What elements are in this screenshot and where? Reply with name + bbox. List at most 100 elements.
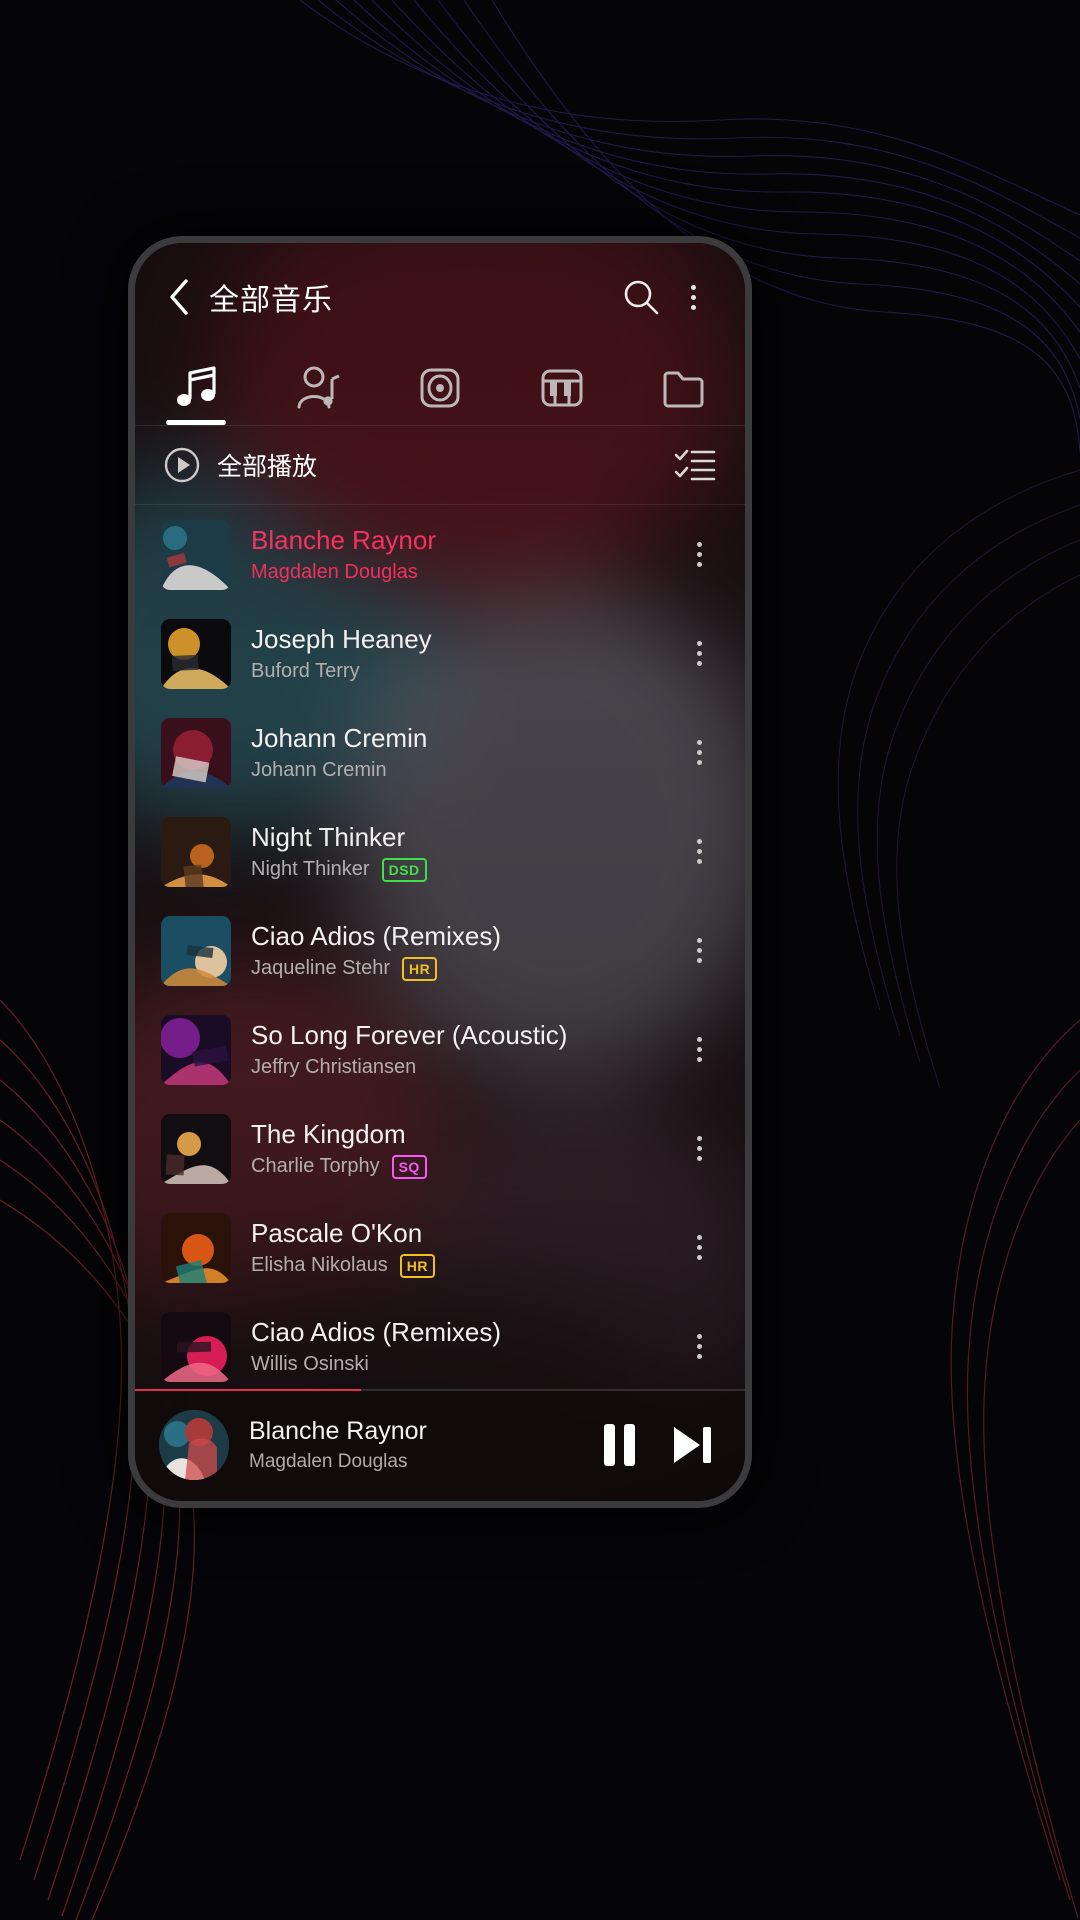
- folder-icon: [663, 371, 704, 408]
- play-circle-icon: [164, 447, 200, 483]
- song-overflow-button[interactable]: [675, 1109, 723, 1189]
- song-row[interactable]: Joseph Heaney Buford Terry: [135, 604, 745, 703]
- song-overflow-button[interactable]: [675, 713, 723, 793]
- song-title: Pascale O'Kon: [251, 1217, 423, 1248]
- song-overflow-button[interactable]: [675, 1010, 723, 1090]
- song-meta: Pascale O'Kon Elisha Nikolaus HR: [251, 1218, 675, 1278]
- song-artwork: [161, 1014, 231, 1085]
- tab-songs[interactable]: [135, 351, 257, 425]
- top-app-bar: 全部音乐: [135, 243, 745, 351]
- song-artwork: [161, 618, 231, 689]
- category-tabs: [135, 351, 745, 425]
- song-overflow-button[interactable]: [675, 614, 723, 694]
- song-row[interactable]: Johann Cremin Johann Cremin: [135, 703, 745, 802]
- tab-active-indicator: [166, 420, 226, 425]
- back-button[interactable]: [157, 275, 201, 319]
- pause-icon: [604, 1424, 635, 1466]
- piano-keys-icon: [541, 369, 583, 407]
- song-meta: Ciao Adios (Remixes) Willis Osinski: [251, 1317, 675, 1376]
- app-ui: 全部音乐 全部播放 Blanche Raynor Magdalen Dougla…: [135, 243, 745, 1501]
- artwork-image: [161, 1014, 231, 1085]
- song-title: Ciao Adios (Remixes): [251, 1317, 501, 1347]
- song-subtitle: Magdalen Douglas: [251, 561, 675, 584]
- song-artist: Charlie Torphy: [251, 1155, 380, 1177]
- tab-folders[interactable]: [623, 351, 745, 425]
- song-artist: Night Thinker: [251, 858, 370, 880]
- song-row[interactable]: Ciao Adios (Remixes) Willis Osinski: [135, 1297, 745, 1389]
- song-row[interactable]: Ciao Adios (Remixes) Jaqueline Stehr HR: [135, 901, 745, 1000]
- song-subtitle: Charlie Torphy SQ: [251, 1154, 675, 1179]
- artwork-image: [161, 1311, 231, 1382]
- playback-progress-fill: [135, 1389, 361, 1391]
- play-all-label: 全部播放: [217, 453, 318, 481]
- artwork-image: [161, 1113, 231, 1184]
- next-track-button[interactable]: [669, 1423, 715, 1467]
- song-subtitle: Night Thinker DSD: [251, 857, 675, 882]
- song-artist: Magdalen Douglas: [251, 561, 418, 583]
- play-all-bar: 全部播放: [135, 426, 745, 504]
- tab-genres[interactable]: [501, 351, 623, 425]
- quality-badge: HR: [399, 1253, 435, 1278]
- song-title: Johann Cremin: [251, 723, 428, 753]
- song-meta: Night Thinker Night Thinker DSD: [251, 822, 675, 882]
- artwork-image: [161, 1212, 231, 1283]
- song-subtitle: Jeffry Christiansen: [251, 1056, 675, 1079]
- song-artwork: [161, 717, 231, 788]
- pause-button[interactable]: [604, 1424, 635, 1466]
- playback-progress-bar[interactable]: [135, 1389, 745, 1391]
- play-all-button[interactable]: 全部播放: [163, 446, 317, 484]
- artwork-image: [161, 717, 231, 788]
- song-row[interactable]: Pascale O'Kon Elisha Nikolaus HR: [135, 1198, 745, 1297]
- artist-icon: [297, 366, 340, 409]
- chevron-left-icon: [170, 279, 188, 315]
- song-artwork: [161, 519, 231, 590]
- song-artist: Jaqueline Stehr: [251, 957, 390, 979]
- now-playing-meta: Blanche Raynor Magdalen Douglas: [249, 1417, 604, 1473]
- phone-frame: 全部音乐 全部播放 Blanche Raynor Magdalen Dougla…: [128, 236, 752, 1508]
- song-artwork: [161, 915, 231, 986]
- song-row[interactable]: So Long Forever (Acoustic) Jeffry Christi…: [135, 1000, 745, 1099]
- overflow-menu-button[interactable]: [667, 271, 719, 323]
- song-artist: Willis Osinski: [251, 1353, 369, 1375]
- tab-albums[interactable]: [379, 351, 501, 425]
- artwork-image: [159, 1410, 229, 1480]
- artwork-image: [161, 519, 231, 590]
- kebab-menu-icon: [696, 1235, 702, 1260]
- song-overflow-button[interactable]: [675, 911, 723, 991]
- next-track-icon: [674, 1427, 711, 1463]
- kebab-menu-icon: [696, 740, 702, 765]
- song-overflow-button[interactable]: [675, 1307, 723, 1387]
- now-playing-artwork[interactable]: [159, 1410, 229, 1480]
- kebab-menu-icon: [690, 284, 696, 310]
- quality-badge: DSD: [381, 857, 427, 882]
- song-overflow-button[interactable]: [675, 515, 723, 595]
- song-row[interactable]: Night Thinker Night Thinker DSD: [135, 802, 745, 901]
- mini-player[interactable]: Blanche Raynor Magdalen Douglas: [135, 1389, 745, 1501]
- song-meta: Joseph Heaney Buford Terry: [251, 624, 675, 683]
- song-title: Blanche Raynor: [251, 525, 436, 555]
- song-artist: Johann Cremin: [251, 759, 387, 781]
- song-list[interactable]: Blanche Raynor Magdalen Douglas Joseph He…: [135, 505, 745, 1389]
- artwork-image: [161, 618, 231, 689]
- song-row[interactable]: Blanche Raynor Magdalen Douglas: [135, 505, 745, 604]
- song-overflow-button[interactable]: [675, 1208, 723, 1288]
- album-disc-icon: [420, 368, 460, 408]
- tab-artists[interactable]: [257, 351, 379, 425]
- song-meta: Ciao Adios (Remixes) Jaqueline Stehr HR: [251, 921, 675, 981]
- song-row[interactable]: The Kingdom Charlie Torphy SQ: [135, 1099, 745, 1198]
- song-title: So Long Forever (Acoustic): [251, 1020, 568, 1050]
- song-artist: Buford Terry: [251, 660, 360, 682]
- song-artwork: [161, 816, 231, 887]
- kebab-menu-icon: [696, 839, 702, 864]
- player-controls: [604, 1423, 719, 1467]
- song-meta: Blanche Raynor Magdalen Douglas: [251, 525, 675, 584]
- quality-badge: SQ: [391, 1154, 427, 1179]
- music-note-icon: [177, 366, 216, 406]
- song-title: Ciao Adios (Remixes): [251, 920, 501, 951]
- artwork-image: [161, 915, 231, 986]
- quality-badge: HR: [401, 956, 438, 981]
- multi-select-button[interactable]: [669, 439, 721, 491]
- search-button[interactable]: [615, 271, 667, 323]
- song-overflow-button[interactable]: [675, 812, 723, 892]
- song-meta: Johann Cremin Johann Cremin: [251, 723, 675, 782]
